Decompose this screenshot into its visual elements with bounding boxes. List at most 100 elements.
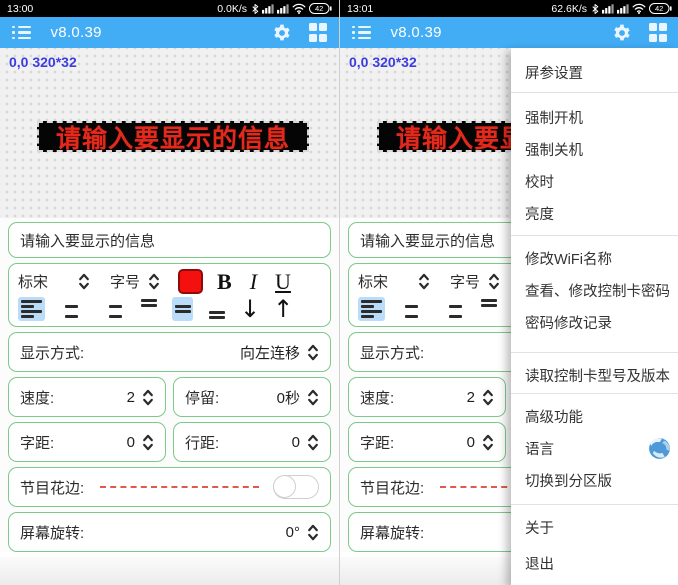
menu-item-time-sync[interactable]: 校时 [511, 165, 678, 197]
settings-gear-icon[interactable] [272, 23, 292, 43]
menu-item-language-label: 语言 [525, 438, 554, 459]
menu-hamburger-icon[interactable] [352, 26, 371, 40]
menu-item-force-on[interactable]: 强制开机 [511, 101, 678, 133]
rotation-spinner-icon[interactable] [307, 523, 319, 542]
menu-item-force-off[interactable]: 强制关机 [511, 133, 678, 165]
stay-label: 停留: [185, 387, 219, 408]
italic-button[interactable]: I [250, 271, 257, 293]
menu-item-advanced[interactable]: 高级功能 [511, 400, 678, 432]
speed-label: 速度: [20, 387, 54, 408]
stay-spinner-icon[interactable] [307, 388, 319, 407]
settings-gear-icon[interactable] [612, 23, 632, 43]
menu-divider [511, 235, 678, 236]
char-spacing-spinner-icon[interactable] [142, 433, 154, 452]
font-name-value: 标宋 [358, 271, 388, 292]
menu-divider [511, 92, 678, 93]
battery-percent: 42 [655, 4, 663, 13]
align-right-button[interactable] [98, 297, 125, 321]
char-spacing-row: 字距: 0 [8, 422, 166, 462]
display-mode-value: 向左连移 [240, 342, 300, 363]
font-name-spinner-icon[interactable] [78, 272, 90, 291]
align-right-button[interactable] [438, 297, 465, 321]
menu-item-card-password[interactable]: 查看、修改控制卡密码 [511, 274, 678, 306]
font-color-swatch[interactable] [178, 269, 203, 294]
app-version-title: v8.0.39 [391, 24, 442, 41]
menu-item-brightness[interactable]: 亮度 [511, 197, 678, 229]
speed-row: 速度: 2 [8, 377, 166, 417]
led-display-strip[interactable]: 请输入要显示的信息 [37, 121, 309, 152]
speed-spinner-icon[interactable] [482, 388, 494, 407]
display-mode-label: 显示方式: [360, 342, 424, 363]
menu-item-password-history[interactable]: 密码修改记录 [511, 306, 678, 338]
char-spacing-value: 0 [127, 434, 135, 451]
bold-button[interactable]: B [217, 271, 232, 293]
menu-hamburger-icon[interactable] [12, 26, 31, 40]
valign-middle-button[interactable] [172, 297, 193, 321]
message-input[interactable]: 请输入要显示的信息 [8, 222, 331, 258]
screenshot-left: 13:00 0.0K/s 42 v8.0.39 0,0 [0, 0, 339, 585]
align-center-button[interactable] [58, 297, 85, 321]
speed-spinner-icon[interactable] [142, 388, 154, 407]
signal-icon [262, 3, 274, 14]
font-name-value: 标宋 [18, 271, 48, 292]
bluetooth-icon [590, 3, 599, 15]
valign-top-button[interactable] [138, 297, 159, 321]
char-spacing-label: 字距: [360, 432, 394, 453]
char-spacing-spinner-icon[interactable] [482, 433, 494, 452]
stay-row: 停留: 0秒 [173, 377, 331, 417]
line-spacing-spinner-icon[interactable] [307, 433, 319, 452]
align-center-button[interactable] [398, 297, 425, 321]
move-down-button[interactable]: ↓ [240, 297, 260, 321]
border-style-preview [100, 486, 259, 488]
move-up-button[interactable]: ↑ [273, 297, 293, 321]
battery-icon: 42 [309, 3, 332, 14]
app-version-title: v8.0.39 [51, 24, 102, 41]
valign-bottom-button[interactable] [206, 297, 227, 321]
menu-item-wifi-name[interactable]: 修改WiFi名称 [511, 242, 678, 274]
font-name-spinner-icon[interactable] [418, 272, 430, 291]
menu-item-switch-partition[interactable]: 切换到分区版 [511, 464, 678, 496]
menu-item-screen-params[interactable]: 屏参设置 [511, 52, 678, 92]
menu-item-language[interactable]: 语言 [511, 432, 678, 464]
menu-item-about[interactable]: 关于 [511, 511, 678, 543]
display-mode-spinner-icon[interactable] [307, 343, 319, 362]
wifi-icon [292, 3, 306, 14]
screen: 13:00 0.0K/s 42 v8.0.39 0,0 [0, 0, 678, 585]
align-left-button[interactable] [358, 297, 385, 321]
panel-coordinates: 0,0 320*32 [349, 54, 417, 70]
align-left-button[interactable] [18, 297, 45, 321]
speed-value: 2 [127, 389, 135, 406]
menu-item-read-card-version[interactable]: 读取控制卡型号及版本 [511, 359, 678, 391]
message-input-text: 请输入要显示的信息 [20, 230, 155, 251]
speed-row: 速度: 2 [348, 377, 506, 417]
menu-divider [511, 352, 678, 353]
speed-value: 2 [467, 389, 475, 406]
message-input-text: 请输入要显示的信息 [360, 230, 495, 251]
line-spacing-row: 行距: 0 [173, 422, 331, 462]
underline-button[interactable]: U [275, 271, 291, 293]
screen-rotation-label: 屏幕旋转: [20, 522, 84, 543]
display-mode-label: 显示方式: [20, 342, 84, 363]
font-size-spinner-icon[interactable] [488, 272, 500, 291]
program-border-row: 节目花边: [8, 467, 331, 507]
font-size-spinner-icon[interactable] [148, 272, 160, 291]
signal-icon-2 [617, 3, 629, 14]
screen-rotation-row: 屏幕旋转: 0° [8, 512, 331, 552]
font-toolbar: 标宋 字号 B I U ↓ ↑ [8, 263, 331, 327]
menu-item-exit[interactable]: 退出 [511, 547, 678, 579]
led-display-text: 请输入要显示的信息 [56, 121, 290, 152]
char-spacing-label: 字距: [20, 432, 54, 453]
led-preview-area: 0,0 320*32 请输入要显示的信息 [0, 48, 339, 218]
battery-percent: 42 [315, 4, 323, 13]
wifi-icon [632, 3, 646, 14]
grid-apps-icon[interactable] [649, 23, 668, 42]
signal-icon [602, 3, 614, 14]
screen-rotation-value: 0° [286, 524, 300, 541]
signal-icon-2 [277, 3, 289, 14]
valign-top-button[interactable] [478, 297, 499, 321]
panel-coordinates: 0,0 320*32 [9, 54, 77, 70]
program-border-label: 节目花边: [360, 477, 424, 498]
grid-apps-icon[interactable] [309, 23, 328, 42]
border-toggle-switch[interactable] [273, 475, 319, 499]
globe-icon [647, 436, 672, 461]
